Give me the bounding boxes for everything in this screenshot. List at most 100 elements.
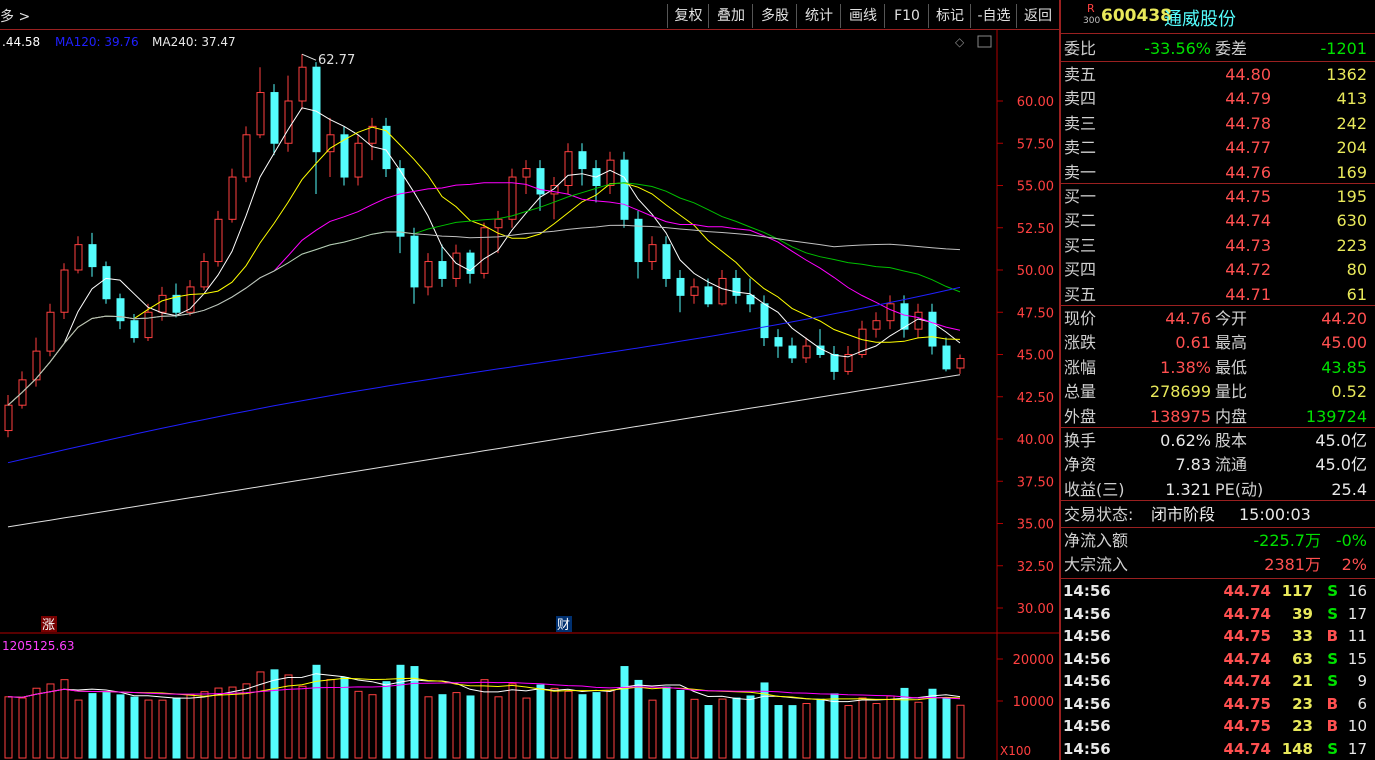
stat-value: 1.321 — [1165, 479, 1211, 499]
window-icon[interactable] — [977, 35, 992, 48]
tick-row[interactable]: 14:56 44.74 148 S 17 — [1061, 738, 1371, 760]
candle-body — [354, 142, 363, 178]
stat-label: 换手 — [1064, 431, 1097, 450]
candle-body — [620, 159, 629, 220]
volume-unit: X100 — [1000, 744, 1031, 758]
ask-row[interactable]: 卖一 44.76 169 — [1061, 161, 1371, 184]
tick-price: 44.75 — [1223, 694, 1271, 713]
candle-body — [872, 320, 881, 330]
stat-value: 45.00 — [1321, 333, 1367, 353]
candle-body — [396, 168, 405, 237]
stat-label: 内盘 — [1215, 406, 1248, 426]
limit-up-text: 涨 — [42, 618, 55, 633]
tick-row[interactable]: 14:56 44.75 23 B 10 — [1061, 715, 1371, 737]
ask-row[interactable]: 卖四 44.79 413 — [1061, 87, 1371, 110]
volume-bar — [816, 698, 825, 759]
bid-row[interactable]: 买二 44.74 630 — [1061, 209, 1371, 232]
tick-count: 15 — [1347, 649, 1367, 668]
volume-bar — [606, 690, 615, 759]
tick-side: S — [1327, 649, 1338, 668]
diamond-icon[interactable]: ◇ — [955, 35, 965, 49]
volume-bar — [382, 681, 391, 759]
stat-value: 44.20 — [1321, 309, 1367, 328]
candle-body — [214, 218, 223, 263]
candle-body — [662, 244, 671, 279]
bid-row[interactable]: 买四 44.72 80 — [1061, 258, 1371, 281]
kline-chart[interactable]: 60.00 57.50 55.00 52.50 50.00 47.50 45.00 42.50… — [0, 0, 1060, 760]
volume-bar — [18, 697, 27, 759]
tick-row[interactable]: 14:56 44.74 117 S 16 — [1061, 580, 1371, 602]
stat-value: 139724 — [1305, 406, 1367, 426]
tick-side: S — [1327, 739, 1338, 758]
stat-label: PE(动) — [1215, 479, 1264, 499]
ask-label: 卖四 — [1064, 89, 1097, 109]
volume-bar — [676, 690, 685, 759]
tick-price: 44.74 — [1223, 739, 1271, 758]
tick-count: 11 — [1347, 627, 1367, 645]
candle-body — [648, 244, 657, 263]
volume-bar — [704, 705, 713, 759]
ask-row[interactable]: 卖二 44.77 204 — [1061, 136, 1371, 159]
candle-body — [480, 227, 489, 274]
bid-row[interactable]: 买五 44.71 61 — [1061, 283, 1371, 306]
candle-body — [886, 303, 895, 322]
stat-label: 外盘 — [1064, 406, 1097, 426]
ma20-line — [7, 182, 961, 406]
tick-side: S — [1327, 672, 1338, 690]
tick-row[interactable]: 14:56 44.74 63 S 15 — [1061, 648, 1371, 670]
flow-row: 大宗流入 2381万 2% — [1061, 553, 1371, 576]
tick-time: 14:56 — [1063, 717, 1111, 735]
volume-bar — [452, 692, 461, 759]
volume-tick-label: 20000 — [1013, 653, 1054, 668]
ask-price: 44.78 — [1225, 113, 1271, 133]
stat-value: 1.38% — [1160, 357, 1211, 377]
weibi-row: 委比 -33.56% 委差 -1201 — [1061, 37, 1371, 60]
volume-bar — [326, 679, 335, 759]
price-tick-label: 50.00 — [1017, 264, 1054, 279]
tick-volume: 63 — [1292, 649, 1313, 668]
volume-bar — [956, 704, 965, 759]
tick-side: B — [1326, 694, 1338, 713]
candle-body — [718, 277, 727, 305]
stat-row: 总量 278699 量比 0.52 — [1061, 380, 1371, 403]
tick-row[interactable]: 14:56 44.74 39 S 17 — [1061, 603, 1371, 625]
volume-bar — [746, 695, 755, 759]
volume-bar — [662, 686, 671, 759]
tick-row[interactable]: 14:56 44.75 23 B 6 — [1061, 693, 1371, 715]
ask-row[interactable]: 卖三 44.78 242 — [1061, 112, 1371, 135]
candle-body — [564, 151, 573, 186]
tick-price: 44.74 — [1223, 672, 1271, 690]
volume-bar — [438, 694, 447, 759]
volume-bar — [102, 692, 111, 759]
volume-bar — [802, 703, 811, 759]
volume-bar — [158, 699, 167, 759]
stat-value: 0.62% — [1160, 431, 1211, 450]
bid-row[interactable]: 买一 44.75 195 — [1061, 185, 1371, 208]
tick-time: 14:56 — [1063, 582, 1111, 600]
stat-row: 净资 7.83 流通 45.0亿 — [1061, 453, 1371, 476]
candle-body — [830, 354, 839, 372]
tick-row[interactable]: 14:56 44.74 21 S 9 — [1061, 670, 1371, 692]
stat-row: 现价 44.76 今开 44.20 — [1061, 307, 1371, 330]
bid-label: 买五 — [1064, 284, 1097, 304]
bid-row[interactable]: 买三 44.73 223 — [1061, 234, 1371, 257]
candle-body — [256, 92, 265, 136]
ma30-line — [7, 182, 961, 406]
tick-price: 44.74 — [1223, 649, 1271, 668]
price-tick-label: 45.00 — [1017, 349, 1054, 364]
stat-label: 涨幅 — [1064, 357, 1097, 377]
volume-bar — [312, 664, 321, 759]
tick-row[interactable]: 14:56 44.75 33 B 11 — [1061, 625, 1371, 647]
tick-volume: 39 — [1292, 604, 1313, 623]
candle-body — [60, 269, 69, 313]
volume-bar — [648, 699, 657, 759]
ask-price: 44.79 — [1225, 89, 1271, 109]
bid-price: 44.71 — [1225, 284, 1271, 304]
price-tick-label: 55.00 — [1017, 180, 1054, 195]
weibi-label: 委比 — [1064, 39, 1097, 58]
candle-body — [676, 277, 685, 296]
tick-volume: 148 — [1281, 739, 1313, 758]
peak-price-label: 62.77 — [318, 53, 355, 68]
ask-row[interactable]: 卖五 44.80 1362 — [1061, 63, 1371, 86]
candle-body — [956, 358, 965, 369]
